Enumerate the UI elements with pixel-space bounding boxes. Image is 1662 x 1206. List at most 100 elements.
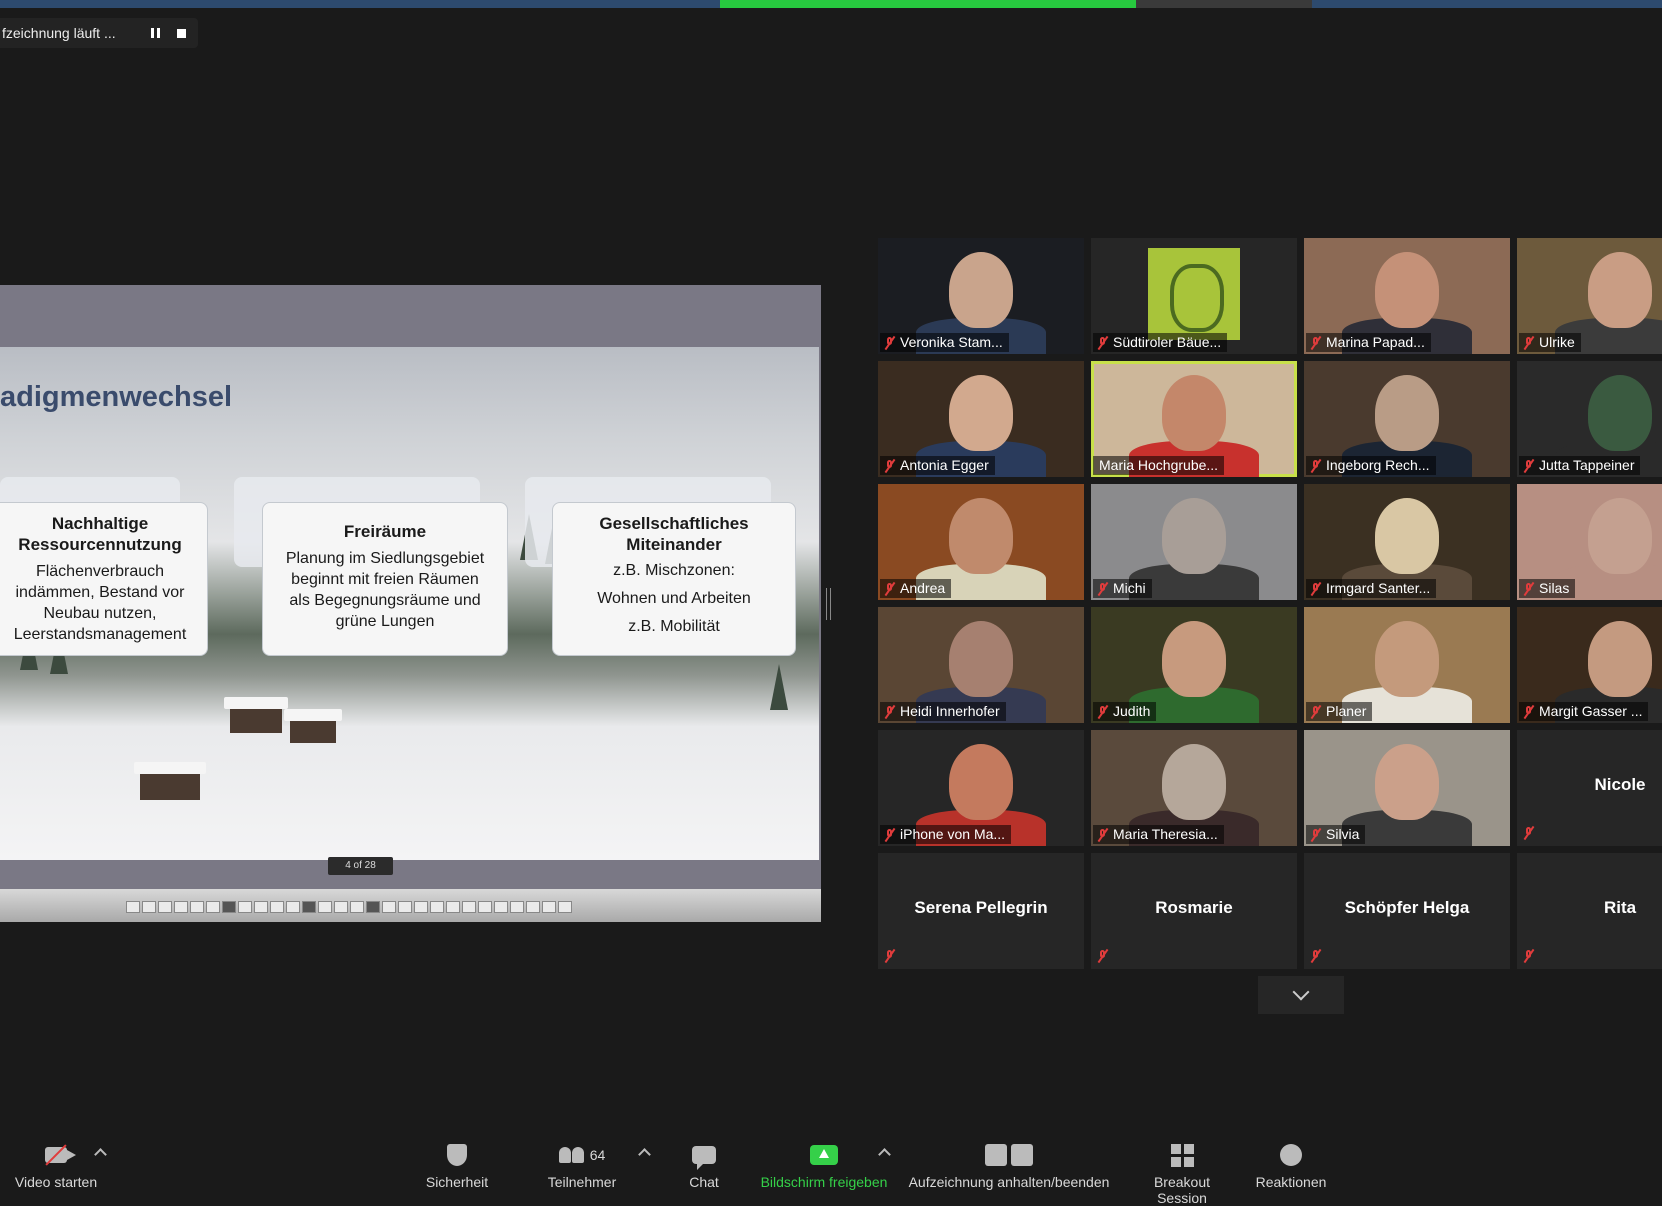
slide-thumbnail-strip[interactable] <box>0 889 821 922</box>
breakout-session-label: Breakout Session <box>1153 1174 1211 1206</box>
chat-button[interactable]: Chat <box>684 1142 724 1190</box>
participant-tile[interactable]: Ingeborg Rech... <box>1304 361 1510 477</box>
participant-name-tag: Marina Papad... <box>1306 333 1431 352</box>
participant-name-tag: Südtiroler Bäue... <box>1093 333 1228 352</box>
participants-button[interactable]: 64 Teilnehmer <box>543 1142 621 1190</box>
reactions-label: Reaktionen <box>1255 1174 1327 1190</box>
breakout-session-button[interactable]: Breakout Session <box>1128 1142 1236 1206</box>
house-shape <box>284 709 342 743</box>
slide-thumbnail[interactable] <box>558 901 572 913</box>
slide-thumbnail[interactable] <box>286 901 300 913</box>
card-body-line: indämmen, Bestand vor <box>15 584 185 601</box>
participant-tile[interactable]: Maria Hochgrube... <box>1091 361 1297 477</box>
slide-thumbnail[interactable] <box>398 901 412 913</box>
participant-name: Schöpfer Helga <box>1344 898 1470 917</box>
recording-label: fzeichnung läuft ... <box>2 25 116 41</box>
slide-thumbnail[interactable] <box>462 901 476 913</box>
card-title-line: Nachhaltige <box>51 514 149 533</box>
slide-thumbnail[interactable] <box>526 901 540 913</box>
sharing-options-banner[interactable] <box>1136 0 1312 8</box>
participant-tile[interactable]: Nicole <box>1517 730 1662 846</box>
slide-thumbnail[interactable] <box>366 901 380 913</box>
slide-thumbnail[interactable] <box>238 901 252 913</box>
participant-name: Jutta Tappeiner <box>1539 457 1635 473</box>
slide-thumbnail[interactable] <box>542 901 556 913</box>
slide-thumbnail[interactable] <box>302 901 316 913</box>
participant-tile[interactable]: Antonia Egger <box>878 361 1084 477</box>
participant-tile[interactable]: Margit Gasser ... <box>1517 607 1662 723</box>
stop-recording-button[interactable] <box>168 20 194 46</box>
participants-options-caret[interactable] <box>638 1148 651 1161</box>
participant-tile[interactable]: Südtiroler Bäue... <box>1091 238 1297 354</box>
recording-control-button[interactable]: Aufzeichnung anhalten/beenden <box>904 1142 1114 1190</box>
participant-tile[interactable]: iPhone von Ma... <box>878 730 1084 846</box>
participant-tile[interactable]: Andrea <box>878 484 1084 600</box>
slide-thumbnail[interactable] <box>318 901 332 913</box>
house-shape <box>224 697 288 733</box>
slide-thumbnail[interactable] <box>174 901 188 913</box>
slide-thumbnail[interactable] <box>350 901 364 913</box>
participant-tile[interactable]: Veronika Stam... <box>878 238 1084 354</box>
participant-name-tag: Maria Hochgrube... <box>1093 456 1225 475</box>
participant-tile[interactable]: Ulrike <box>1517 238 1662 354</box>
slide-thumbnail[interactable] <box>414 901 428 913</box>
slide-thumbnail[interactable] <box>126 901 140 913</box>
participant-name-tag: Judith <box>1093 702 1157 721</box>
participant-tile[interactable]: Planer <box>1304 607 1510 723</box>
share-screen-button[interactable]: Bildschirm freigeben <box>756 1142 892 1190</box>
participant-tile[interactable]: Marina Papad... <box>1304 238 1510 354</box>
recording-control-label: Aufzeichnung anhalten/beenden <box>908 1174 1110 1190</box>
participant-name: Nicole <box>1594 775 1646 794</box>
slide-thumbnail[interactable] <box>446 901 460 913</box>
participants-label: Teilnehmer <box>547 1174 617 1190</box>
slide-thumbnail[interactable] <box>190 901 204 913</box>
slide-thumbnail[interactable] <box>222 901 236 913</box>
reactions-button[interactable]: Reaktionen <box>1254 1142 1328 1190</box>
slide-thumbnail[interactable] <box>270 901 284 913</box>
slide-thumbnail[interactable] <box>430 901 444 913</box>
participant-name: Südtiroler Bäue... <box>1113 334 1222 350</box>
participant-face <box>949 621 1013 697</box>
mic-muted-icon <box>1310 336 1322 350</box>
participant-tile[interactable]: Silvia <box>1304 730 1510 846</box>
slide-thumbnail[interactable] <box>510 901 524 913</box>
sharing-indicator-banner[interactable] <box>720 0 1136 8</box>
card-body-line: als Begegnungsräume und <box>289 592 481 609</box>
split-view-divider[interactable] <box>826 588 831 620</box>
participant-tile[interactable]: Judith <box>1091 607 1297 723</box>
participant-tile[interactable]: Rita <box>1517 853 1662 969</box>
participant-tile[interactable]: Jutta Tappeiner <box>1517 361 1662 477</box>
slide-thumbnail[interactable] <box>142 901 156 913</box>
smiley-icon <box>1254 1142 1328 1168</box>
slide-thumbnail[interactable] <box>334 901 348 913</box>
slide-thumbnail[interactable] <box>158 901 172 913</box>
start-video-button[interactable]: Video starten <box>14 1142 98 1190</box>
participant-name: Veronika Stam... <box>900 334 1003 350</box>
participant-tile[interactable]: Serena Pellegrin <box>878 853 1084 969</box>
card-title-line: Freiräume <box>343 522 427 541</box>
participant-tile[interactable]: Schöpfer Helga <box>1304 853 1510 969</box>
pause-recording-button[interactable] <box>142 20 168 46</box>
mic-muted-icon <box>1523 949 1535 963</box>
card-body-line: Flächenverbrauch <box>35 563 165 580</box>
participant-tile[interactable]: Heidi Innerhofer <box>878 607 1084 723</box>
security-button[interactable]: Sicherheit <box>420 1142 494 1190</box>
slide-thumbnail[interactable] <box>382 901 396 913</box>
participant-name: Serena Pellegrin <box>914 898 1048 917</box>
slide-thumbnail[interactable] <box>494 901 508 913</box>
card-title: Freiräume <box>269 521 501 542</box>
participant-tile[interactable]: Irmgard Santer... <box>1304 484 1510 600</box>
participant-face <box>1162 375 1226 451</box>
participant-tile[interactable]: Michi <box>1091 484 1297 600</box>
organization-logo <box>1148 248 1240 340</box>
shared-screen-slide: adigmenwechsel Nachhaltige Ressourcennut… <box>0 285 821 922</box>
slide-thumbnail[interactable] <box>254 901 268 913</box>
card-body-line: z.B. Mobilität <box>628 618 720 635</box>
participant-tile[interactable]: Rosmarie <box>1091 853 1297 969</box>
next-page-button[interactable] <box>1258 976 1344 1014</box>
mic-muted-icon <box>884 336 896 350</box>
participant-tile[interactable]: Silas <box>1517 484 1662 600</box>
slide-thumbnail[interactable] <box>478 901 492 913</box>
slide-thumbnail[interactable] <box>206 901 220 913</box>
participant-tile[interactable]: Maria Theresia... <box>1091 730 1297 846</box>
